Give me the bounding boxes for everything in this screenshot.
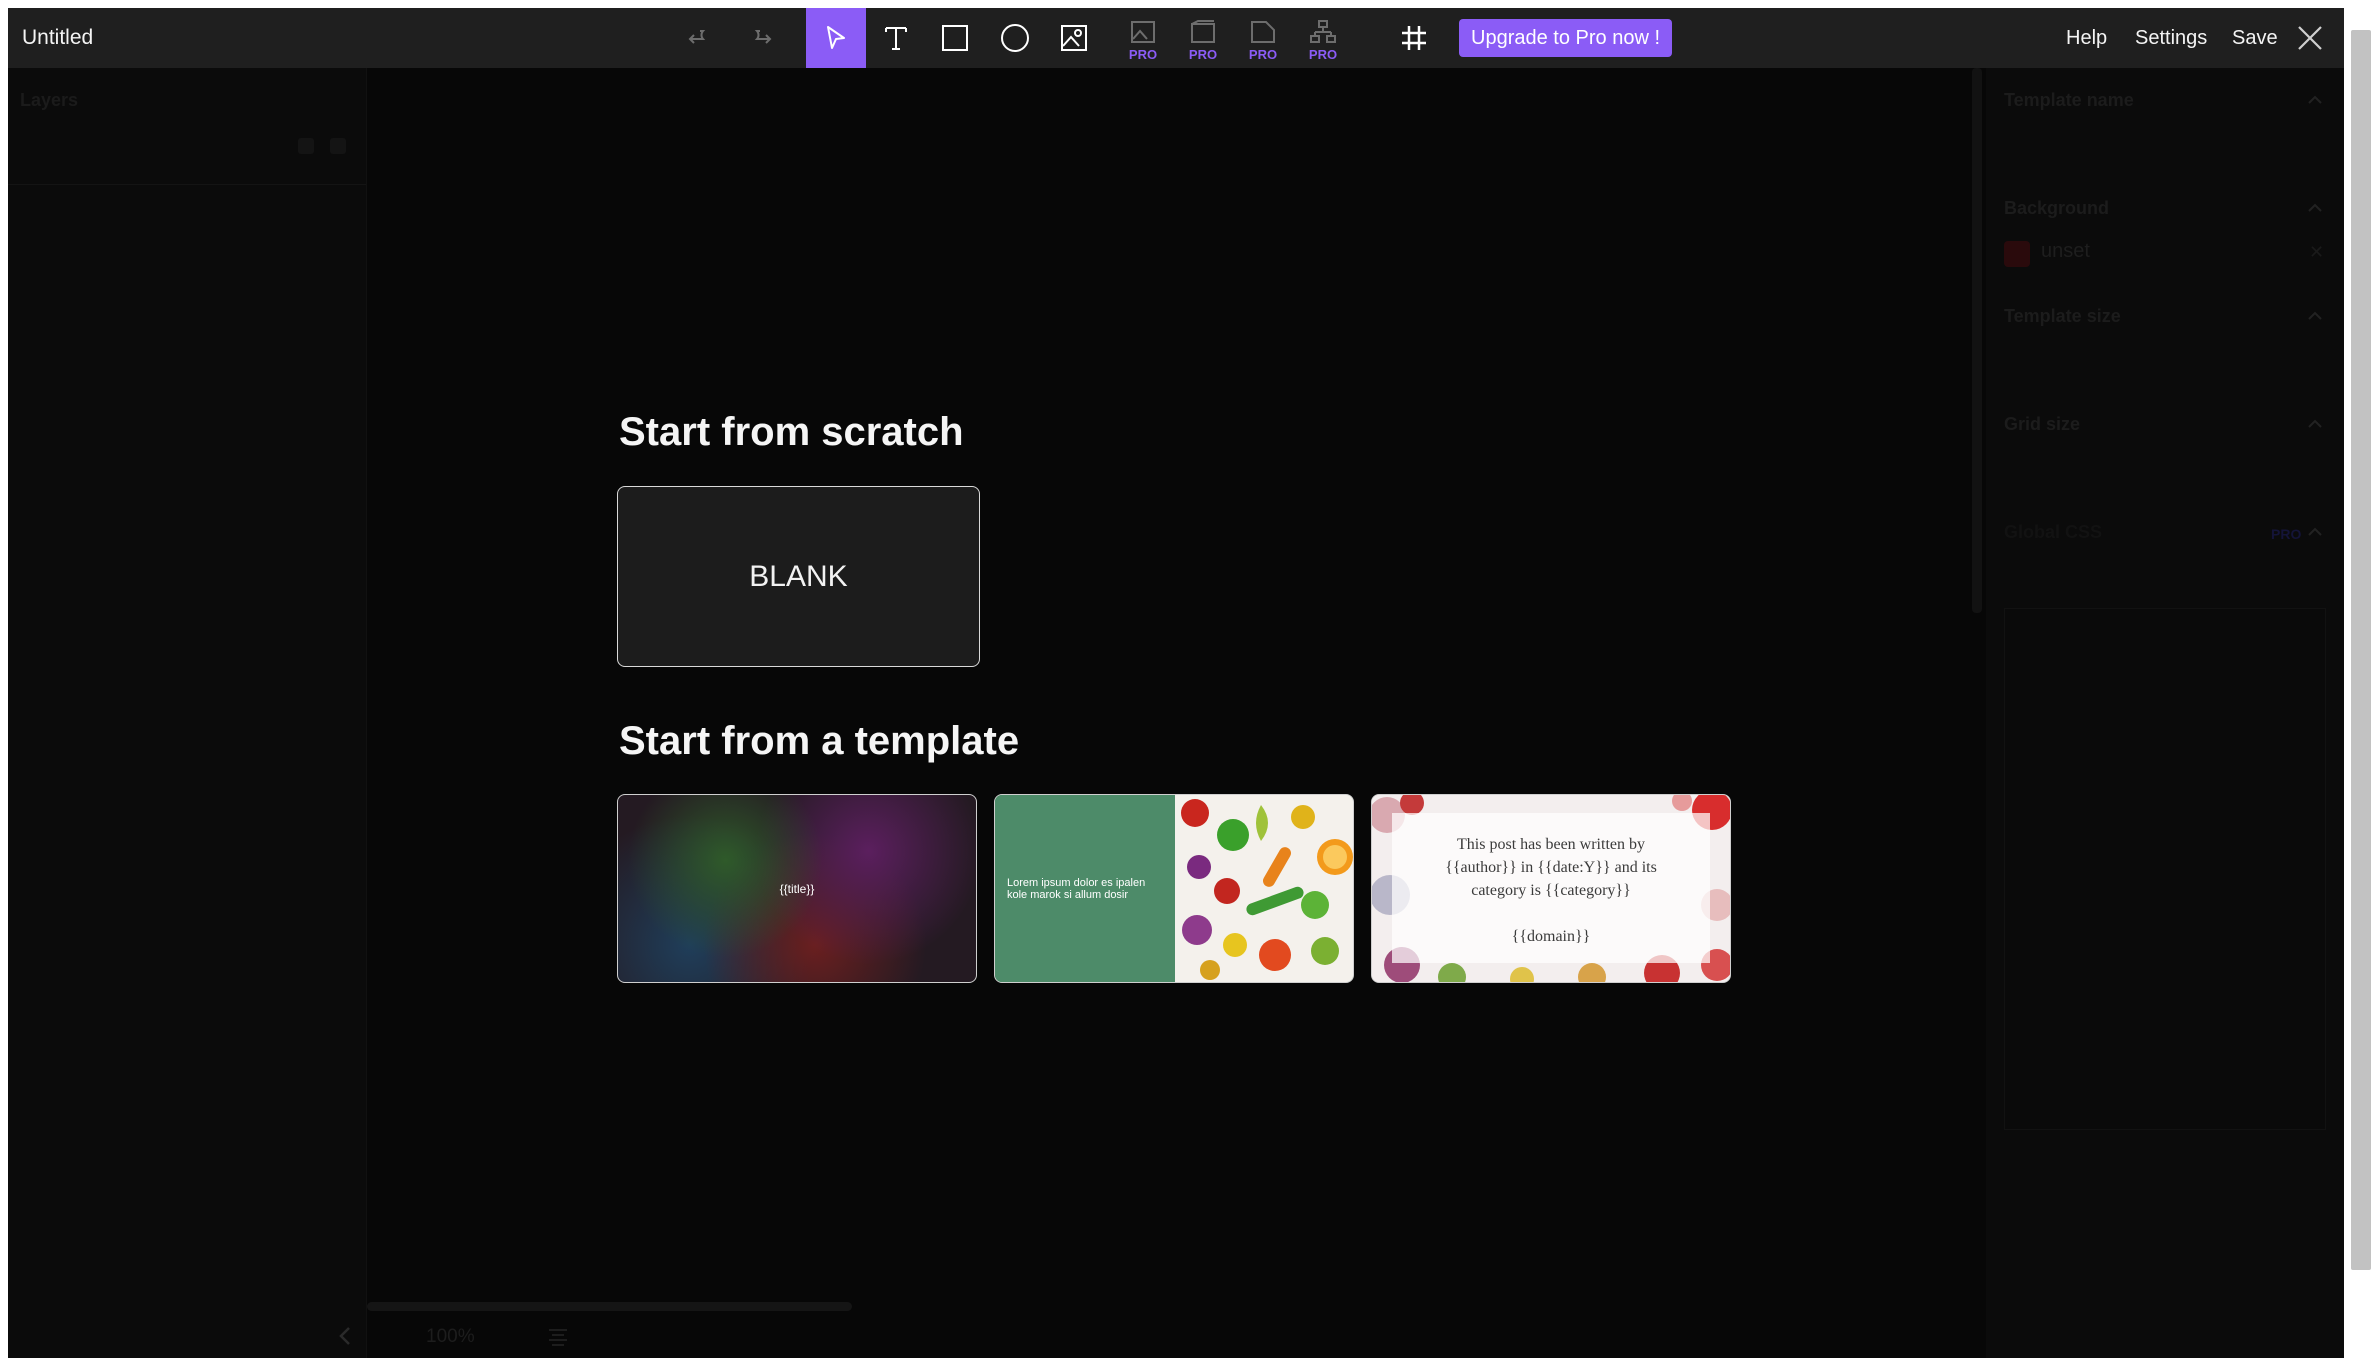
grid-size-heading: Grid size	[2004, 414, 2081, 434]
vegetables-image	[1175, 795, 1353, 982]
chevron-up-icon[interactable]	[2308, 419, 2322, 429]
css-editor[interactable]	[2004, 608, 2326, 1130]
template-card-colorful[interactable]: {{title}}	[617, 794, 977, 983]
collapse-chevron-icon[interactable]	[338, 1326, 352, 1351]
chevron-up-icon[interactable]	[2308, 311, 2322, 321]
cursor-icon[interactable]	[806, 8, 866, 68]
undo-icon[interactable]	[670, 8, 730, 68]
text-icon[interactable]	[866, 8, 926, 68]
top-toolbar: Untitled PRO PRO PRO PRO Upgrade to Pro …	[8, 8, 2344, 68]
layers-divider	[8, 184, 366, 185]
background-value[interactable]: unset	[2041, 240, 2090, 263]
template-card-fruit[interactable]: This post has been written by {{author}}…	[1371, 794, 1731, 983]
editor-window: Untitled PRO PRO PRO PRO Upgrade to Pro …	[8, 8, 2344, 1358]
layer-action-icon[interactable]	[330, 138, 346, 154]
background-color-swatch[interactable]	[2004, 241, 2030, 267]
help-button[interactable]: Help	[2066, 8, 2107, 68]
pro-badge: PRO	[2271, 526, 2302, 542]
pro-badge: PRO	[1188, 47, 1218, 62]
pro-badge: PRO	[1248, 47, 1278, 62]
grid-icon[interactable]	[1384, 8, 1444, 68]
background-heading: Background	[2004, 198, 2110, 218]
template-heading: Start from a template	[619, 719, 1020, 763]
properties-panel: Template name Background unset ✕ Templat…	[1986, 68, 2344, 1358]
square-icon[interactable]	[925, 8, 985, 68]
circle-icon[interactable]	[985, 8, 1045, 68]
align-icon[interactable]	[548, 1328, 568, 1351]
properties-scrollbar[interactable]	[1972, 68, 1982, 613]
save-button[interactable]: Save	[2232, 8, 2278, 68]
chevron-up-icon[interactable]	[2308, 95, 2322, 105]
global-css-heading: Global CSS	[2004, 522, 2103, 542]
layers-panel: Layers	[8, 68, 367, 1358]
layers-title: Layers	[20, 90, 79, 110]
pro-badge: PRO	[1128, 47, 1158, 62]
chart-pro-icon[interactable]: PRO	[1293, 8, 1353, 68]
pro-badge: PRO	[1308, 47, 1338, 62]
chevron-up-icon[interactable]	[2308, 527, 2322, 537]
template-name-heading: Template name	[2004, 90, 2134, 110]
image-icon[interactable]	[1044, 8, 1104, 68]
template-title-placeholder: {{title}}	[779, 881, 815, 896]
qr-pro-icon[interactable]: PRO	[1233, 8, 1293, 68]
template-card-green[interactable]: Lorem ipsum dolor es ipalen kole marok s…	[994, 794, 1354, 983]
canvas-horizontal-scrollbar[interactable]	[367, 1302, 852, 1311]
template-lorem-text: Lorem ipsum dolor es ipalen kole marok s…	[1007, 877, 1146, 901]
template-size-heading: Template size	[2004, 306, 2121, 326]
template-post-text: This post has been written by {{author}}…	[1445, 836, 1657, 945]
scratch-heading: Start from scratch	[619, 410, 964, 454]
shape-pro-icon[interactable]: PRO	[1173, 8, 1233, 68]
upgrade-pro-button[interactable]: Upgrade to Pro now !	[1459, 19, 1672, 57]
chevron-up-icon[interactable]	[2308, 203, 2322, 213]
page-scrollbar-thumb[interactable]	[2351, 30, 2371, 1270]
redo-icon[interactable]	[730, 8, 790, 68]
blank-template-button[interactable]: BLANK	[617, 486, 980, 667]
clear-background-icon[interactable]: ✕	[2309, 242, 2324, 263]
settings-button[interactable]: Settings	[2135, 8, 2207, 68]
document-title[interactable]: Untitled	[22, 8, 93, 68]
close-icon[interactable]	[2296, 24, 2324, 52]
layer-action-icon[interactable]	[298, 138, 314, 154]
zoom-level[interactable]: 100%	[426, 1326, 475, 1348]
dynamic-image-icon[interactable]: PRO	[1113, 8, 1173, 68]
